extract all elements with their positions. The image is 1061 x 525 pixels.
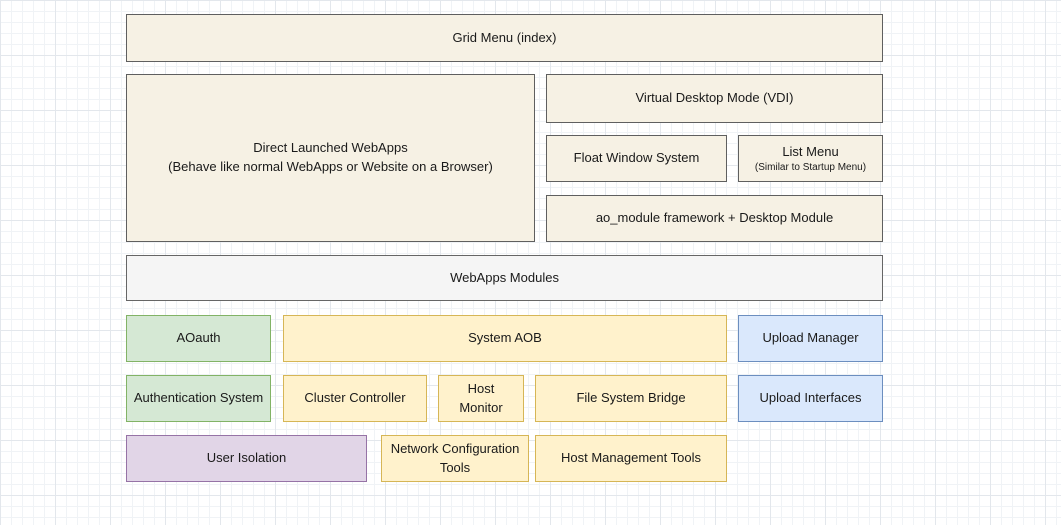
node-file-system-bridge: File System Bridge	[535, 375, 727, 422]
node-system-aob: System AOB	[283, 315, 727, 362]
node-grid-menu-label: Grid Menu (index)	[452, 29, 556, 48]
node-host-management-tools: Host Management Tools	[535, 435, 727, 482]
node-authentication-system: Authentication System	[126, 375, 271, 422]
diagram-canvas: Grid Menu (index) Direct Launched WebApp…	[0, 0, 1061, 525]
node-list-menu: List Menu (Similar to Startup Menu)	[738, 135, 883, 182]
node-virtual-desktop-mode-label: Virtual Desktop Mode (VDI)	[636, 89, 794, 108]
node-upload-interfaces: Upload Interfaces	[738, 375, 883, 422]
node-float-window-system: Float Window System	[546, 135, 727, 182]
node-webapps-modules: WebApps Modules	[126, 255, 883, 301]
node-cluster-controller: Cluster Controller	[283, 375, 427, 422]
node-user-isolation-label: User Isolation	[207, 449, 286, 468]
node-grid-menu: Grid Menu (index)	[126, 14, 883, 62]
node-host-monitor-label: Host Monitor	[445, 380, 517, 418]
node-float-window-system-label: Float Window System	[574, 149, 700, 168]
node-system-aob-label: System AOB	[468, 329, 542, 348]
node-upload-manager: Upload Manager	[738, 315, 883, 362]
node-ao-module-framework: ao_module framework + Desktop Module	[546, 195, 883, 242]
node-upload-interfaces-label: Upload Interfaces	[760, 389, 862, 408]
node-webapps-modules-label: WebApps Modules	[450, 269, 559, 288]
node-upload-manager-label: Upload Manager	[762, 329, 858, 348]
node-authentication-system-label: Authentication System	[134, 389, 263, 408]
node-direct-launched-webapps: Direct Launched WebApps (Behave like nor…	[126, 74, 535, 242]
node-direct-launched-webapps-sublabel: (Behave like normal WebApps or Website o…	[168, 158, 493, 177]
node-cluster-controller-label: Cluster Controller	[304, 389, 405, 408]
node-host-monitor: Host Monitor	[438, 375, 524, 422]
node-network-configuration-tools: Network Configuration Tools	[381, 435, 529, 482]
node-aoauth: AOauth	[126, 315, 271, 362]
node-list-menu-label: List Menu	[782, 143, 838, 162]
node-virtual-desktop-mode: Virtual Desktop Mode (VDI)	[546, 74, 883, 123]
node-user-isolation: User Isolation	[126, 435, 367, 482]
node-host-management-tools-label: Host Management Tools	[561, 449, 701, 468]
node-list-menu-sublabel: (Similar to Startup Menu)	[755, 161, 866, 174]
node-network-configuration-tools-label: Network Configuration Tools	[388, 440, 522, 478]
node-aoauth-label: AOauth	[176, 329, 220, 348]
node-file-system-bridge-label: File System Bridge	[576, 389, 685, 408]
node-ao-module-framework-label: ao_module framework + Desktop Module	[596, 209, 833, 228]
node-direct-launched-webapps-label: Direct Launched WebApps	[253, 139, 407, 158]
